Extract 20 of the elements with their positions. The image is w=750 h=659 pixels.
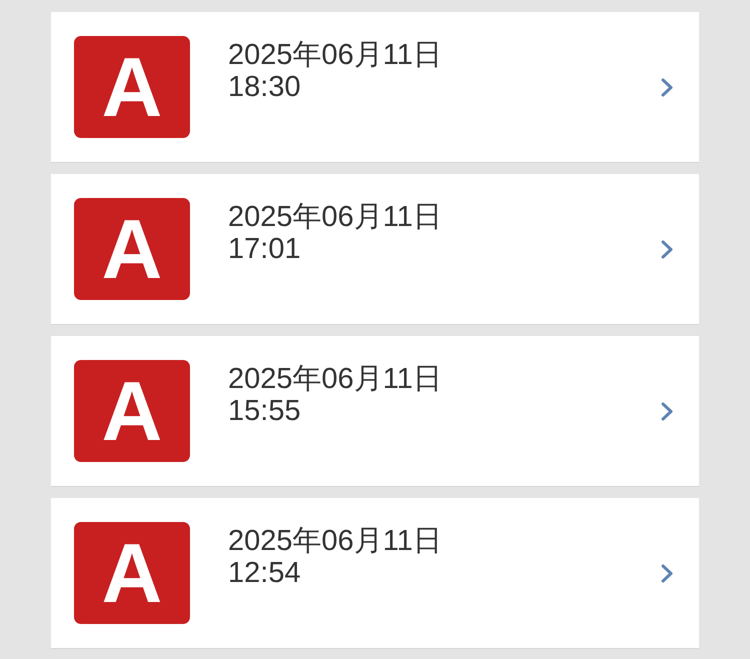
entry-date: 2025年06月11日 [228,201,442,233]
entry-date: 2025年06月11日 [228,363,442,395]
entry-time: 15:55 [228,395,301,427]
letter-badge: A [74,360,190,462]
letter-badge: A [74,198,190,300]
history-entry[interactable]: A 2025年06月11日 17:01 [51,174,699,324]
entry-date: 2025年06月11日 [228,39,442,71]
entry-time: 12:54 [228,557,301,589]
entry-date: 2025年06月11日 [228,525,442,557]
history-entry[interactable]: A 2025年06月11日 15:55 [51,336,699,486]
history-entry[interactable]: A 2025年06月11日 18:30 [51,12,699,162]
chevron-right-icon [661,240,673,258]
chevron-right-icon [661,78,673,96]
letter-badge: A [74,36,190,138]
chevron-right-icon [661,564,673,582]
entry-time: 18:30 [228,71,301,103]
chevron-right-icon [661,402,673,420]
history-entry[interactable]: A 2025年06月11日 12:54 [51,498,699,648]
entry-time: 17:01 [228,233,301,265]
letter-badge: A [74,522,190,624]
